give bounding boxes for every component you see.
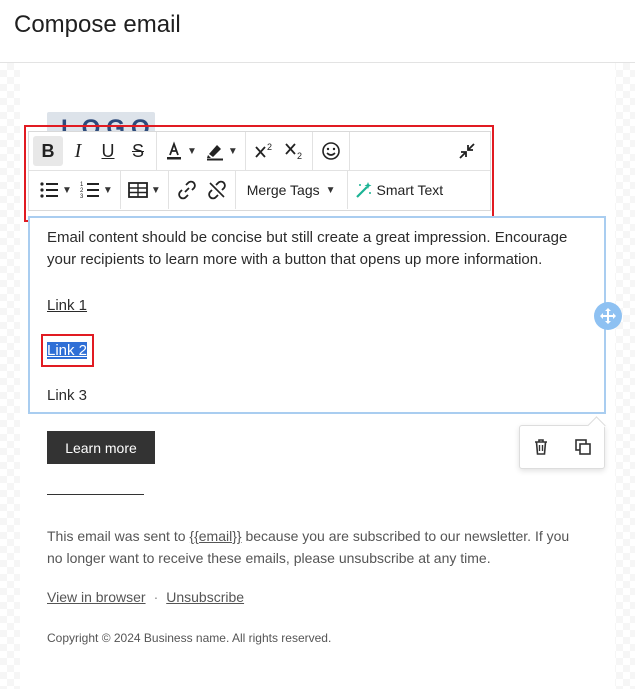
- unsubscribe-link[interactable]: Unsubscribe: [166, 589, 244, 605]
- learn-more-button[interactable]: Learn more: [47, 431, 155, 464]
- footer-notice: This email was sent to {{email}} because…: [47, 525, 587, 569]
- duplicate-icon: [575, 439, 591, 455]
- page-header: Compose email: [0, 0, 635, 63]
- selection-annotation-box: [41, 334, 94, 367]
- text-content-block[interactable]: Email content should be concise but stil…: [28, 216, 606, 414]
- page-title: Compose email: [14, 11, 181, 38]
- copyright-text: Copyright © 2024 Business name. All righ…: [47, 631, 332, 645]
- link-1[interactable]: Link 1: [47, 295, 87, 317]
- email-merge-tag: {{email}}: [189, 528, 242, 544]
- footer-links: View in browser · Unsubscribe: [47, 589, 244, 605]
- move-icon: [600, 308, 616, 324]
- trash-icon: [535, 439, 547, 455]
- duplicate-block-button[interactable]: [574, 438, 592, 456]
- link-3[interactable]: Link 3: [47, 385, 87, 407]
- move-block-handle[interactable]: [594, 302, 622, 330]
- toolbar-annotation-box: [24, 125, 494, 222]
- view-in-browser-link[interactable]: View in browser: [47, 589, 146, 605]
- body-paragraph[interactable]: Email content should be concise but stil…: [47, 227, 587, 271]
- footer-text-before: This email was sent to: [47, 528, 190, 544]
- block-actions-popover: [519, 425, 605, 469]
- footer-divider: [47, 494, 144, 495]
- footer-separator: ·: [153, 589, 159, 605]
- delete-block-button[interactable]: [532, 438, 550, 456]
